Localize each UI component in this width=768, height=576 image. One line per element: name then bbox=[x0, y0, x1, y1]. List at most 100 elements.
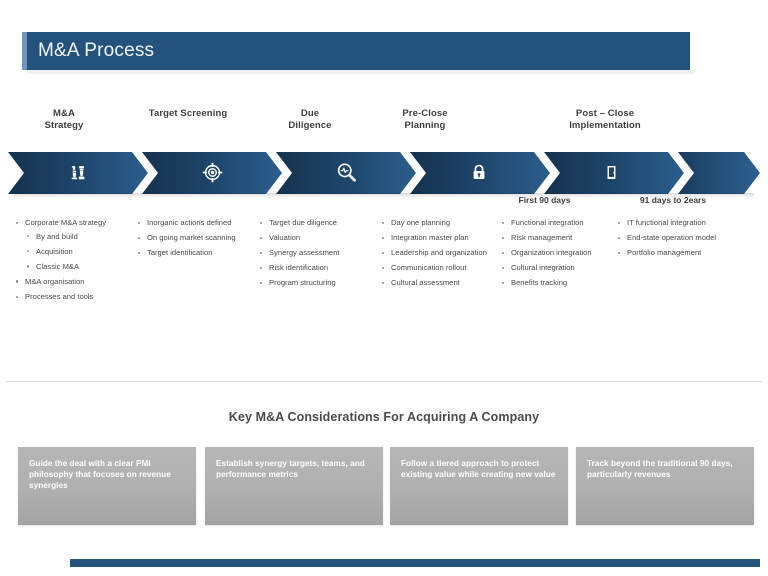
list-item: Cultural assessment bbox=[380, 278, 488, 288]
list-item: Corporate M&A strategy By and build Acqu… bbox=[14, 218, 124, 271]
bullet-column-post-close-first-90: Functional integration Risk management O… bbox=[500, 218, 604, 293]
phase-header-post-close-implementation: Post – Close Implementation bbox=[520, 108, 690, 131]
chevron-segment-target-screening[interactable] bbox=[142, 152, 282, 194]
phase-header-line: Implementation bbox=[569, 119, 641, 131]
phase-header-row: M&A Strategy Target Screening Due Dilige… bbox=[0, 108, 768, 140]
phase-header-line: Due bbox=[300, 108, 320, 119]
bullet-text: Valuation bbox=[269, 233, 301, 243]
list-item: Leadership and organization bbox=[380, 248, 488, 258]
card-text: Guide the deal with a clear PMI philosop… bbox=[29, 459, 171, 490]
chevron-segment-post-close-91-plus[interactable] bbox=[678, 152, 760, 194]
title-accent-strip bbox=[22, 32, 27, 70]
list-item: Risk identification bbox=[258, 263, 370, 273]
card-text: Follow a tiered approach to protect exis… bbox=[401, 459, 556, 479]
phase-header-line: Strategy bbox=[44, 119, 84, 131]
bullet-text: Corporate M&A strategy bbox=[25, 218, 107, 227]
list-item: IT functional integration bbox=[616, 218, 720, 228]
chess-pieces-icon bbox=[67, 161, 89, 185]
bullet-text: Processes and tools bbox=[25, 291, 94, 301]
bullet-column-ma-strategy: Corporate M&A strategy By and build Acqu… bbox=[14, 218, 124, 307]
chevron-segment-due-diligence[interactable] bbox=[276, 152, 416, 194]
magnifier-pulse-icon bbox=[335, 161, 357, 185]
process-chevron-band bbox=[8, 152, 760, 194]
list-item: By and build bbox=[25, 232, 124, 242]
bullet-text: Integration master plan bbox=[391, 233, 469, 243]
consideration-card-pmi-philosophy[interactable]: Guide the deal with a clear PMI philosop… bbox=[18, 447, 196, 525]
bullet-text: Inorganic actions defined bbox=[147, 218, 232, 227]
phase-header-line: Post – Close bbox=[575, 108, 635, 119]
list-item: Synergy assessment bbox=[258, 248, 370, 258]
bullet-column-target-screening: Inorganic actions defined On going marke… bbox=[136, 218, 244, 263]
bullet-text: M&A organisation bbox=[25, 276, 85, 286]
chevron-segment-ma-strategy[interactable] bbox=[8, 152, 148, 194]
phase-header-pre-close-planning: Pre-Close Planning bbox=[370, 108, 480, 131]
section-divider bbox=[6, 381, 762, 382]
slide-canvas: M&A Process M&A Strategy Target Screenin… bbox=[0, 0, 768, 576]
sublabel-first-90-days: First 90 days bbox=[518, 195, 571, 205]
bullet-column-due-diligence: Target due diligence Valuation Synergy a… bbox=[258, 218, 370, 293]
bullet-column-pre-close-planning: Day one planning Integration master plan… bbox=[380, 218, 488, 293]
list-item: Organization integration bbox=[500, 248, 604, 258]
bullet-text: Portfolio management bbox=[627, 248, 702, 258]
bullet-text: Communication rollout bbox=[391, 263, 467, 273]
list-item: Benefits tracking bbox=[500, 278, 604, 288]
bullet-text: Acquisition bbox=[36, 246, 73, 256]
phase-header-target-screening: Target Screening bbox=[130, 108, 246, 120]
phase-header-due-diligence: Due Diligence bbox=[255, 108, 365, 131]
phase-header-line: Pre-Close bbox=[402, 108, 448, 119]
bottom-accent-bar bbox=[70, 559, 760, 567]
bullet-columns: Corporate M&A strategy By and build Acqu… bbox=[0, 218, 768, 368]
list-item: Inorganic actions defined bbox=[136, 218, 244, 228]
title-bar: M&A Process bbox=[22, 32, 690, 70]
list-item: Classic M&A bbox=[25, 262, 124, 272]
door-icon bbox=[603, 161, 625, 185]
bullet-text: Cultural integration bbox=[511, 263, 575, 273]
bullet-text: Benefits tracking bbox=[511, 278, 568, 288]
list-item: On going market scanning bbox=[136, 233, 244, 243]
list-item: Functional integration bbox=[500, 218, 604, 228]
list-item: Portfolio management bbox=[616, 248, 720, 258]
bullet-column-post-close-91-plus: IT functional integration End-state oper… bbox=[616, 218, 720, 263]
list-item: M&A organisation bbox=[14, 277, 124, 287]
title-shadow bbox=[27, 70, 695, 74]
sublabel-91-days-to-2ears: 91 days to 2ears bbox=[639, 195, 707, 205]
list-item: Processes and tools bbox=[14, 292, 124, 302]
bullet-text: Cultural assessment bbox=[391, 278, 460, 288]
bullet-text: Classic M&A bbox=[36, 261, 80, 271]
bullet-text: By and build bbox=[36, 231, 78, 241]
considerations-row: Guide the deal with a clear PMI philosop… bbox=[0, 447, 768, 529]
bullet-text: On going market scanning bbox=[147, 233, 236, 243]
chevron-segment-pre-close-planning[interactable] bbox=[410, 152, 550, 194]
page-title: M&A Process bbox=[38, 40, 155, 61]
section-title: Key M&A Considerations For Acquiring A C… bbox=[228, 410, 540, 424]
bullet-text: Organization integration bbox=[511, 248, 592, 258]
list-item: End-state operation model bbox=[616, 233, 720, 243]
consideration-card-synergy-targets[interactable]: Establish synergy targets, teams, and pe… bbox=[205, 447, 383, 525]
bullet-text: Risk management bbox=[511, 233, 573, 243]
phase-header-ma-strategy: M&A Strategy bbox=[10, 108, 118, 131]
list-item: Cultural integration bbox=[500, 263, 604, 273]
list-item: Program structuring bbox=[258, 278, 370, 288]
phase-header-line: Target Screening bbox=[148, 108, 228, 119]
card-text: Establish synergy targets, teams, and pe… bbox=[216, 459, 365, 479]
bullet-text: Leadership and organization bbox=[391, 248, 487, 258]
phase-header-line: Planning bbox=[404, 119, 446, 131]
phase-header-line: M&A bbox=[53, 108, 75, 119]
bullet-text: End-state operation model bbox=[627, 233, 717, 243]
bullet-text: Day one planning bbox=[391, 218, 451, 227]
bullet-text: Synergy assessment bbox=[269, 248, 340, 258]
list-item: Risk management bbox=[500, 233, 604, 243]
bullet-text: Program structuring bbox=[269, 278, 336, 288]
list-item: Communication rollout bbox=[380, 263, 488, 273]
card-text: Track beyond the traditional 90 days, pa… bbox=[587, 459, 733, 479]
bullet-text: Target due diligence bbox=[269, 218, 337, 227]
bullet-text: Target identification bbox=[147, 248, 213, 258]
chevron-segment-post-close-first-90[interactable] bbox=[544, 152, 684, 194]
target-crosshair-icon bbox=[201, 161, 223, 185]
consideration-card-track-beyond-90[interactable]: Track beyond the traditional 90 days, pa… bbox=[576, 447, 754, 525]
list-item: Target due diligence bbox=[258, 218, 370, 228]
bullet-text: Risk identification bbox=[269, 263, 329, 273]
phase-header-line: Diligence bbox=[288, 119, 332, 131]
list-item: Acquisition bbox=[25, 247, 124, 257]
consideration-card-tiered-approach[interactable]: Follow a tiered approach to protect exis… bbox=[390, 447, 568, 525]
